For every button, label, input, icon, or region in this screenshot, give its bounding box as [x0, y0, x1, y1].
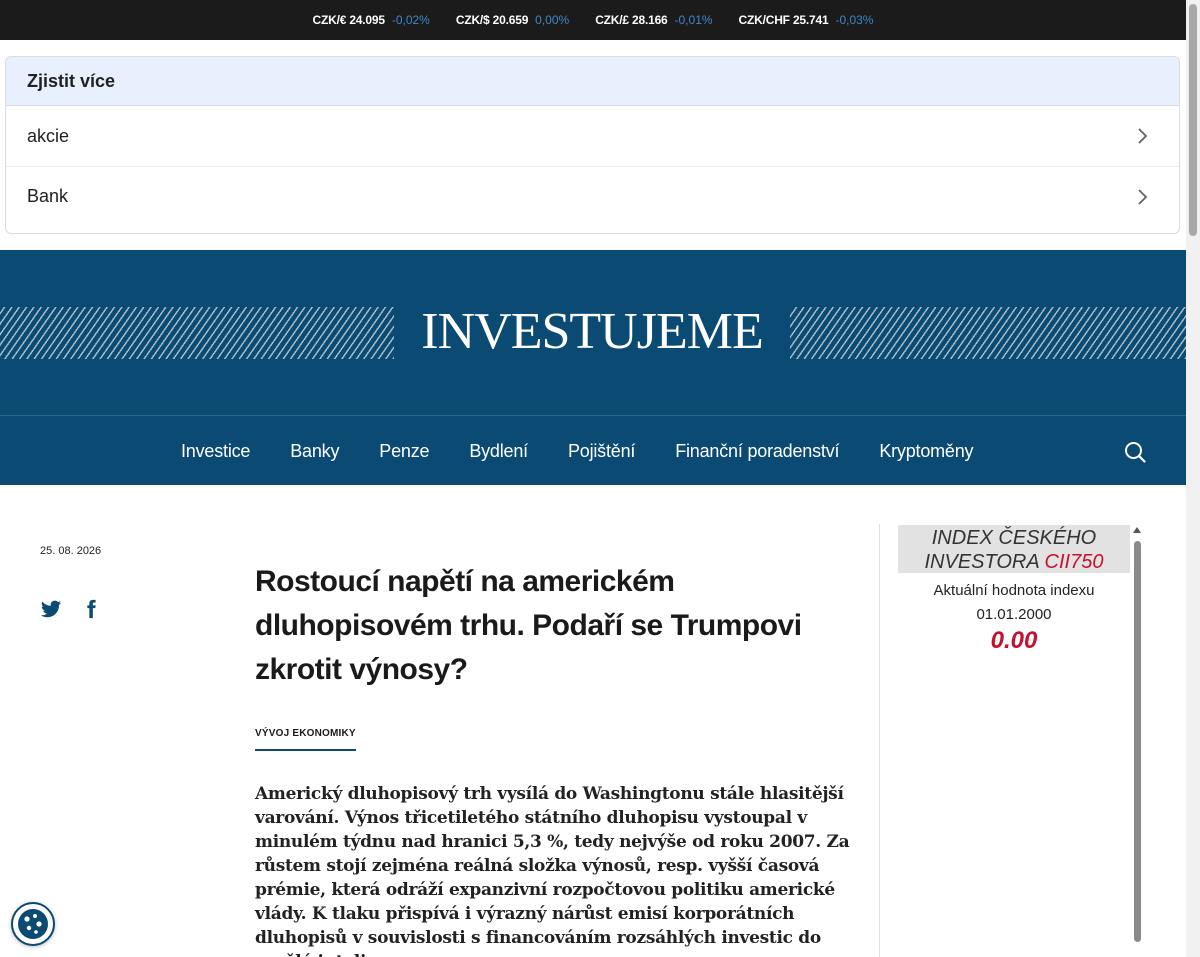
ticker-pair: CZK/CHF 25.741: [738, 13, 829, 27]
ticker-change: -0,03%: [835, 13, 874, 27]
nav-item-bydleni[interactable]: Bydlení: [469, 441, 528, 462]
widget-title-line1: INDEX ČESKÉHO: [931, 527, 1097, 549]
twitter-icon[interactable]: [40, 598, 62, 620]
widget-date: 01.01.2000: [976, 606, 1052, 623]
learn-more-item-bank[interactable]: Bank: [6, 166, 1179, 226]
learn-more-panel: Zjistit více akcie Bank: [5, 56, 1180, 234]
ticker-item-eur[interactable]: CZK/€ 24.095 -0,02%: [313, 13, 430, 27]
ticker-item-usd[interactable]: CZK/$ 20.659 0,00%: [456, 13, 569, 27]
cookie-settings-button[interactable]: [11, 902, 55, 946]
nav-item-financni-poradenstvi[interactable]: Finanční poradenství: [675, 441, 839, 462]
nav-item-investice[interactable]: Investice: [181, 441, 250, 462]
page-scrollbar[interactable]: [1186, 0, 1200, 957]
ticker-pair: CZK/$ 20.659: [455, 13, 529, 27]
ticker-item-gbp[interactable]: CZK/£ 28.166 -0,01%: [595, 13, 712, 27]
widget-scrollbar[interactable]: [1133, 527, 1142, 945]
scroll-up-arrow-icon[interactable]: [1133, 527, 1141, 533]
site-logo[interactable]: INVESTUJEME: [404, 302, 780, 362]
chevron-right-icon: [1138, 188, 1148, 205]
learn-more-item-akcie[interactable]: akcie: [6, 106, 1179, 166]
learn-more-item-label: akcie: [27, 125, 70, 146]
widget-label: Aktuální hodnota indexu: [933, 582, 1095, 599]
article-date: 25. 08. 2026: [40, 545, 102, 557]
ticker-change: -0,02%: [391, 13, 430, 27]
nav-item-penze[interactable]: Penze: [379, 441, 429, 462]
cookie-icon: [18, 909, 48, 939]
ticker-change: -0,01%: [674, 13, 713, 27]
widget-value: 0.00: [990, 627, 1038, 654]
investor-index-widget: INDEX ČESKÉHO INVESTORA CII750 Aktuální …: [898, 525, 1130, 655]
ticker-pair: CZK/€ 24.095: [312, 13, 386, 27]
masthead-pattern-right: [790, 307, 1186, 359]
article-title: Rostoucí napětí na americkém dluhopisové…: [255, 565, 802, 686]
masthead-pattern-left: [0, 307, 394, 359]
masthead: INVESTUJEME: [0, 250, 1186, 415]
widget-scrollbar-thumb[interactable]: [1134, 541, 1141, 942]
nav-item-kryptomeny[interactable]: Kryptoměny: [879, 441, 973, 462]
main-nav: Investice Banky Penze Bydlení Pojištění …: [0, 415, 1186, 485]
learn-more-title: Zjistit více: [6, 57, 1179, 106]
widget-index-code: CII750: [1044, 551, 1104, 573]
widget-title-investora: INVESTORA: [924, 551, 1039, 573]
learn-more-item-label: Bank: [27, 186, 69, 206]
nav-item-pojisteni[interactable]: Pojištění: [568, 441, 635, 462]
article-lead: Americký dluhopisový trh vysílá do Washi…: [255, 784, 850, 957]
widget-title: INDEX ČESKÉHO INVESTORA CII750: [898, 525, 1130, 573]
widget-title-line2: INVESTORA CII750: [898, 550, 1130, 574]
ticker-item-chf[interactable]: CZK/CHF 25.741 -0,03%: [739, 13, 874, 27]
sidebar-divider: [879, 524, 880, 957]
page-scrollbar-thumb[interactable]: [1189, 4, 1197, 236]
search-icon[interactable]: [1124, 441, 1146, 463]
ticker-pair: CZK/£ 28.166: [595, 13, 668, 27]
currency-ticker: CZK/€ 24.095 -0,02% CZK/$ 20.659 0,00% C…: [0, 0, 1186, 40]
nav-item-banky[interactable]: Banky: [290, 441, 339, 462]
article-category[interactable]: VÝVOJ EKONOMIKY: [255, 728, 356, 751]
facebook-icon[interactable]: [80, 598, 102, 620]
chevron-right-icon: [1138, 128, 1148, 144]
ticker-change: 0,00%: [535, 13, 570, 27]
